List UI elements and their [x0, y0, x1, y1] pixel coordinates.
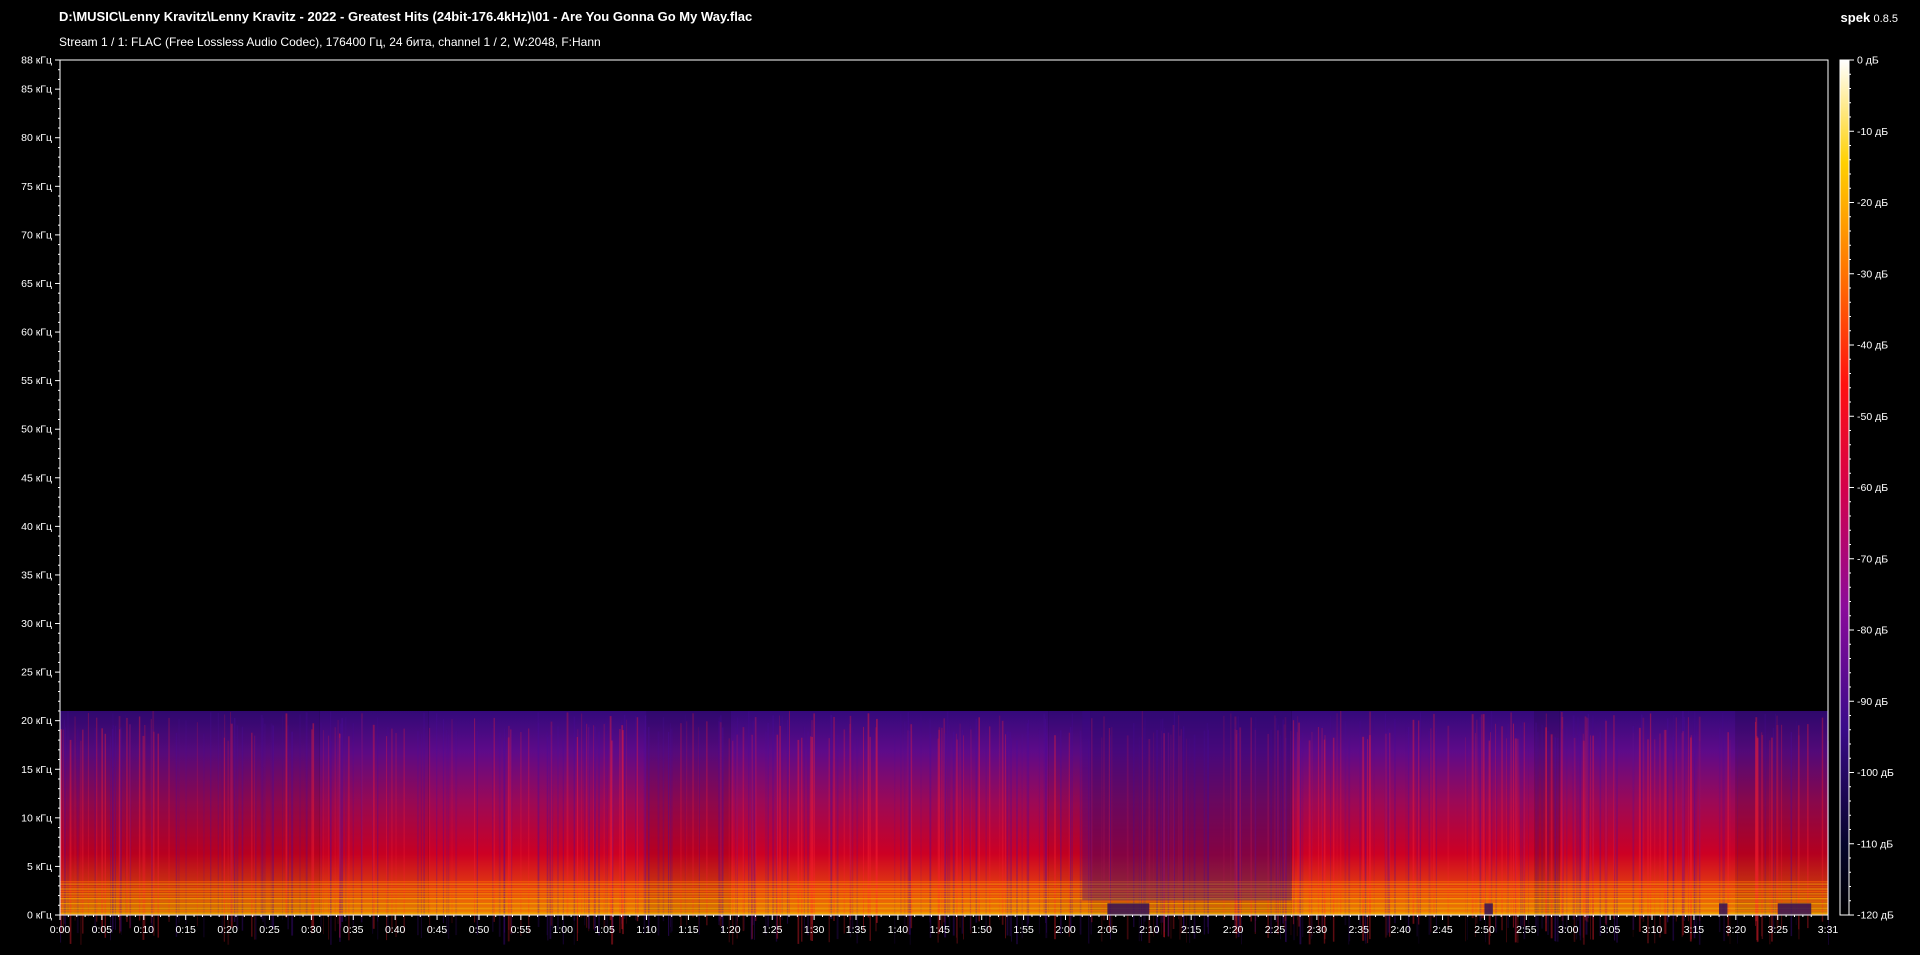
x-tick-label: 2:20 — [1223, 924, 1244, 936]
colorbar — [1840, 60, 1849, 915]
y-tick-label: 65 кГц — [21, 278, 52, 290]
colorbar-tick-label: -50 дБ — [1857, 411, 1888, 423]
colorbar-tick-label: -110 дБ — [1857, 838, 1893, 850]
x-tick-label: 0:50 — [469, 924, 490, 936]
x-tick-label: 0:15 — [175, 924, 196, 936]
x-tick-label: 0:40 — [385, 924, 406, 936]
x-tick-label: 3:05 — [1600, 924, 1621, 936]
x-tick-label: 2:50 — [1474, 924, 1495, 936]
x-tick-label: 2:45 — [1432, 924, 1453, 936]
y-tick-label: 75 кГц — [21, 181, 52, 193]
x-tick-label: 1:25 — [762, 924, 783, 936]
x-tick-label: 3:15 — [1684, 924, 1705, 936]
y-tick-label: 15 кГц — [21, 764, 52, 776]
y-tick-label: 25 кГц — [21, 667, 52, 679]
y-tick-label: 80 кГц — [21, 132, 52, 144]
x-tick-label: 2:00 — [1055, 924, 1076, 936]
colorbar-tick-label: -90 дБ — [1857, 696, 1888, 708]
y-tick-label: 0 кГц — [27, 910, 52, 922]
x-tick-label: 3:00 — [1558, 924, 1579, 936]
x-tick-label: 2:40 — [1390, 924, 1411, 936]
y-tick-label: 40 кГц — [21, 521, 52, 533]
x-tick-label: 1:40 — [888, 924, 909, 936]
x-tick-label: 0:35 — [343, 924, 364, 936]
x-tick-label: 2:25 — [1265, 924, 1286, 936]
x-tick-label: 3:31 — [1818, 924, 1839, 936]
x-tick-label: 1:35 — [846, 924, 867, 936]
colorbar-tick-label: -40 дБ — [1857, 340, 1888, 352]
y-tick-label: 55 кГц — [21, 375, 52, 387]
x-tick-label: 0:30 — [301, 924, 322, 936]
x-tick-label: 3:25 — [1768, 924, 1789, 936]
x-tick-label: 1:20 — [720, 924, 741, 936]
x-tick-label: 1:45 — [930, 924, 951, 936]
spectrogram-chart: 0 кГц 5 кГц 10 кГц 15 кГц 20 кГц 25 кГц 30 кГц… — [21, 55, 1894, 945]
y-tick-label: 85 кГц — [21, 84, 52, 96]
spectrogram-plot-area — [60, 710, 1829, 945]
x-tick-label: 0:55 — [511, 924, 532, 936]
colorbar-tick-label: 0 дБ — [1857, 55, 1879, 67]
x-tick-label: 1:00 — [553, 924, 574, 936]
y-tick-label: 20 кГц — [21, 715, 52, 727]
y-tick-label: 10 кГц — [21, 812, 52, 824]
x-tick-label: 0:05 — [92, 924, 113, 936]
x-tick-label: 1:55 — [1013, 924, 1034, 936]
y-tick-label: 45 кГц — [21, 472, 52, 484]
colorbar-tick-label: -20 дБ — [1857, 197, 1888, 209]
x-tick-label: 1:10 — [636, 924, 657, 936]
x-tick-label: 1:05 — [594, 924, 615, 936]
x-tick-label: 0:20 — [217, 924, 238, 936]
colorbar-tick-label: -30 дБ — [1857, 268, 1888, 280]
colorbar-tick-label: -60 дБ — [1857, 482, 1888, 494]
x-tick-label: 2:35 — [1349, 924, 1370, 936]
x-tick-label: 2:30 — [1307, 924, 1328, 936]
x-tick-label: 1:15 — [678, 924, 699, 936]
x-tick-label: 2:10 — [1139, 924, 1160, 936]
y-tick-label: 70 кГц — [21, 229, 52, 241]
x-tick-label: 3:20 — [1726, 924, 1747, 936]
x-tick-label: 1:50 — [971, 924, 992, 936]
x-tick-label: 0:10 — [134, 924, 155, 936]
colorbar-tick-label: -70 дБ — [1857, 553, 1888, 565]
colorbar-tick-label: -120 дБ — [1857, 910, 1894, 922]
y-tick-label: 30 кГц — [21, 618, 52, 630]
x-tick-label: 2:05 — [1097, 924, 1118, 936]
y-tick-label: 88 кГц — [21, 55, 52, 67]
x-tick-label: 0:00 — [50, 924, 71, 936]
colorbar-tick-label: -80 дБ — [1857, 625, 1888, 637]
x-tick-label: 2:15 — [1181, 924, 1202, 936]
y-tick-label: 5 кГц — [27, 861, 52, 873]
colorbar-tick-label: -100 дБ — [1857, 767, 1894, 779]
colorbar-tick-label: -10 дБ — [1857, 126, 1888, 138]
x-tick-label: 3:10 — [1642, 924, 1663, 936]
x-tick-label: 1:30 — [804, 924, 825, 936]
x-tick-label: 2:55 — [1516, 924, 1537, 936]
y-tick-label: 35 кГц — [21, 569, 52, 581]
y-tick-label: 50 кГц — [21, 424, 52, 436]
y-tick-label: 60 кГц — [21, 327, 52, 339]
x-tick-label: 0:45 — [427, 924, 448, 936]
x-tick-label: 0:25 — [259, 924, 280, 936]
